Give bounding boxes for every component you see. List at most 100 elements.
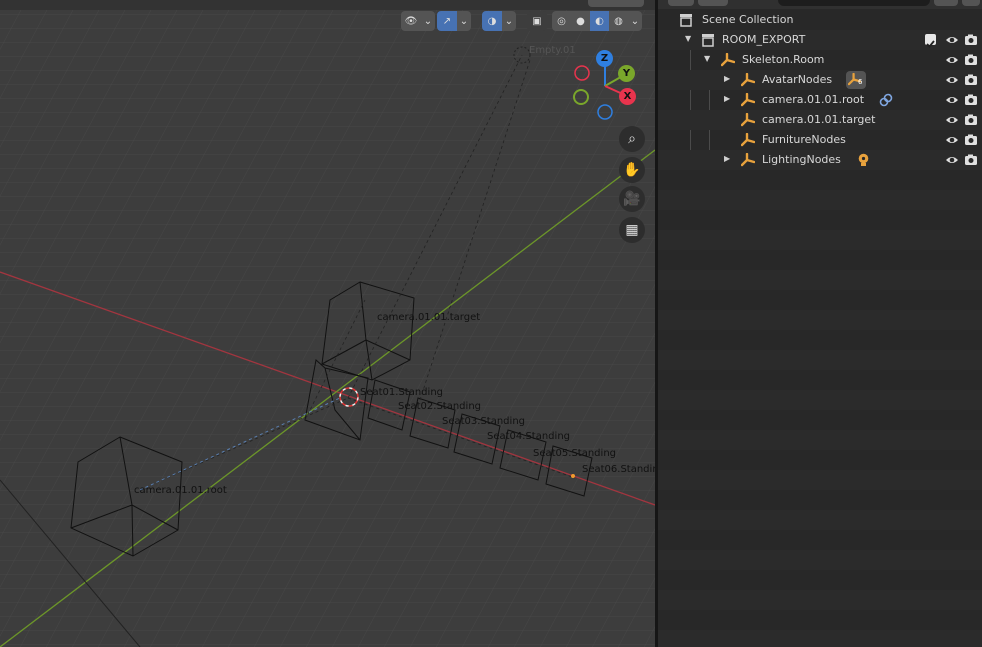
- scene-collection-row[interactable]: Scene Collection: [658, 10, 982, 30]
- object-row-skeleton-room[interactable]: ▼ Skeleton.Room: [658, 50, 982, 70]
- solid-sphere-icon: ●: [576, 15, 585, 27]
- gizmo-dropdown[interactable]: ⌄: [457, 11, 471, 31]
- armature-icon: [741, 73, 755, 87]
- show-gizmo-button[interactable]: ↗: [437, 11, 457, 31]
- scene-collection-label: Scene Collection: [702, 13, 794, 26]
- rendered-sphere-icon: ◍: [614, 15, 623, 27]
- eye-icon[interactable]: [945, 113, 959, 127]
- rendered-shading-button[interactable]: ◍: [609, 11, 628, 31]
- label-camera-root: camera.01.01.root: [134, 485, 227, 496]
- zoom-button[interactable]: ⌕: [619, 126, 645, 152]
- label-empty: Empty.01: [529, 45, 576, 56]
- material-shading-button[interactable]: ◐: [590, 11, 609, 31]
- collection-label: ROOM_EXPORT: [722, 33, 806, 46]
- object-row-furniture-nodes[interactable]: FurnitureNodes: [658, 130, 982, 150]
- gizmo-y[interactable]: Y: [618, 65, 635, 82]
- chevron-down-icon: ⌄: [630, 15, 640, 27]
- overlay-icon: ◑: [487, 15, 497, 27]
- eye-icon[interactable]: [945, 133, 959, 147]
- shading-group: ◎ ● ◐ ◍ ⌄: [552, 11, 642, 31]
- material-sphere-icon: ◐: [595, 15, 604, 27]
- outliner-search-field[interactable]: [778, 0, 930, 6]
- overlay-group: ◑ ⌄: [482, 11, 516, 31]
- view-object-types-dropdown[interactable]: ⌄: [421, 11, 435, 31]
- outliner-filter-button[interactable]: [668, 0, 694, 6]
- viewport-grid: [0, 0, 655, 647]
- camera-icon: 🎥: [623, 191, 641, 207]
- object-row-avatar-nodes[interactable]: ▶ AvatarNodes 6: [658, 70, 982, 90]
- chevron-down-icon: ⌄: [459, 15, 469, 27]
- options-button[interactable]: [588, 0, 644, 7]
- object-row-lighting-nodes[interactable]: ▶ LightingNodes: [658, 150, 982, 170]
- scene-collection-icon: [680, 14, 692, 27]
- expand-triangle-icon[interactable]: ▼: [685, 34, 691, 43]
- camera-render-icon[interactable]: [964, 113, 978, 127]
- gizmo-icon: ↗: [442, 15, 452, 27]
- shading-dropdown[interactable]: ⌄: [628, 11, 642, 31]
- object-label: FurnitureNodes: [762, 133, 846, 146]
- object-label: Skeleton.Room: [742, 53, 825, 66]
- expand-triangle-icon[interactable]: ▶: [724, 74, 730, 83]
- camera-render-icon[interactable]: [964, 53, 978, 67]
- camera-view-button[interactable]: 🎥: [619, 186, 645, 212]
- xray-icon: ▣: [532, 15, 542, 27]
- eye-icon[interactable]: [945, 33, 959, 47]
- chevron-down-icon: ⌄: [423, 15, 433, 27]
- armature-icon: [741, 133, 755, 147]
- children-count: 6: [858, 78, 863, 86]
- wireframe-shading-button[interactable]: ◎: [552, 11, 571, 31]
- wireframe-sphere-icon: ◎: [557, 15, 566, 27]
- constraint-icon[interactable]: [879, 93, 893, 107]
- gizmo-x[interactable]: X: [619, 88, 636, 105]
- object-label: camera.01.01.target: [762, 113, 876, 126]
- gizmo-group: ↗ ⌄: [437, 11, 471, 31]
- outliner-panel[interactable]: Scene Collection ▼ ROOM_EXPORT ▼ Skeleto…: [658, 0, 982, 647]
- label-seat03: Seat03.Standing: [442, 416, 525, 427]
- eye-icon[interactable]: [945, 73, 959, 87]
- expand-triangle-icon[interactable]: ▶: [724, 94, 730, 103]
- expand-triangle-icon[interactable]: ▶: [724, 154, 730, 163]
- object-label: camera.01.01.root: [762, 93, 865, 106]
- gizmo-z[interactable]: Z: [596, 50, 613, 67]
- eye-icon[interactable]: [945, 93, 959, 107]
- camera-render-icon[interactable]: [964, 33, 978, 47]
- solid-shading-button[interactable]: ●: [571, 11, 590, 31]
- outliner-filter-dropdown[interactable]: [934, 0, 958, 6]
- zoom-icon: ⌕: [628, 131, 636, 147]
- 3d-viewport[interactable]: Z Y X Empty.01 camera.01.01.target camer…: [0, 0, 655, 647]
- xray-button[interactable]: ▣: [527, 11, 547, 31]
- label-seat02: Seat02.Standing: [398, 401, 481, 412]
- eye-filter-icon: 👁: [404, 15, 418, 27]
- overlays-dropdown[interactable]: ⌄: [502, 11, 516, 31]
- view-object-types-button[interactable]: 👁: [401, 11, 421, 31]
- perspective-toggle-button[interactable]: ▦: [619, 217, 645, 243]
- pan-button[interactable]: ✋: [619, 157, 645, 183]
- hand-icon: ✋: [623, 162, 641, 178]
- object-row-camera-target[interactable]: camera.01.01.target: [658, 110, 982, 130]
- camera-render-icon[interactable]: [964, 93, 978, 107]
- label-camera-target: camera.01.01.target: [377, 312, 481, 323]
- outliner-empty-rows: [658, 170, 982, 647]
- eye-icon[interactable]: [945, 153, 959, 167]
- children-badge[interactable]: 6: [846, 71, 866, 89]
- camera-render-icon[interactable]: [964, 73, 978, 87]
- label-seat01: Seat01.Standing: [360, 387, 443, 398]
- light-bulb-icon[interactable]: [857, 153, 870, 167]
- camera-render-icon[interactable]: [964, 133, 978, 147]
- armature-icon: [741, 113, 755, 127]
- xray-group: ▣: [527, 11, 547, 31]
- show-overlays-button[interactable]: ◑: [482, 11, 502, 31]
- camera-render-icon[interactable]: [964, 153, 978, 167]
- armature-icon: [741, 153, 755, 167]
- armature-icon: [741, 93, 755, 107]
- armature-icon: [721, 53, 735, 67]
- outliner-display-mode-button[interactable]: [698, 0, 728, 6]
- expand-triangle-icon[interactable]: ▼: [704, 54, 710, 63]
- visibility-group: 👁 ⌄: [401, 11, 435, 31]
- exclude-checkbox[interactable]: [925, 34, 936, 48]
- object-row-camera-root[interactable]: ▶ camera.01.01.root: [658, 90, 982, 110]
- eye-icon[interactable]: [945, 53, 959, 67]
- grid-icon: ▦: [625, 222, 639, 238]
- collection-row-room-export[interactable]: ▼ ROOM_EXPORT: [658, 30, 982, 50]
- outliner-new-collection-button[interactable]: [962, 0, 980, 6]
